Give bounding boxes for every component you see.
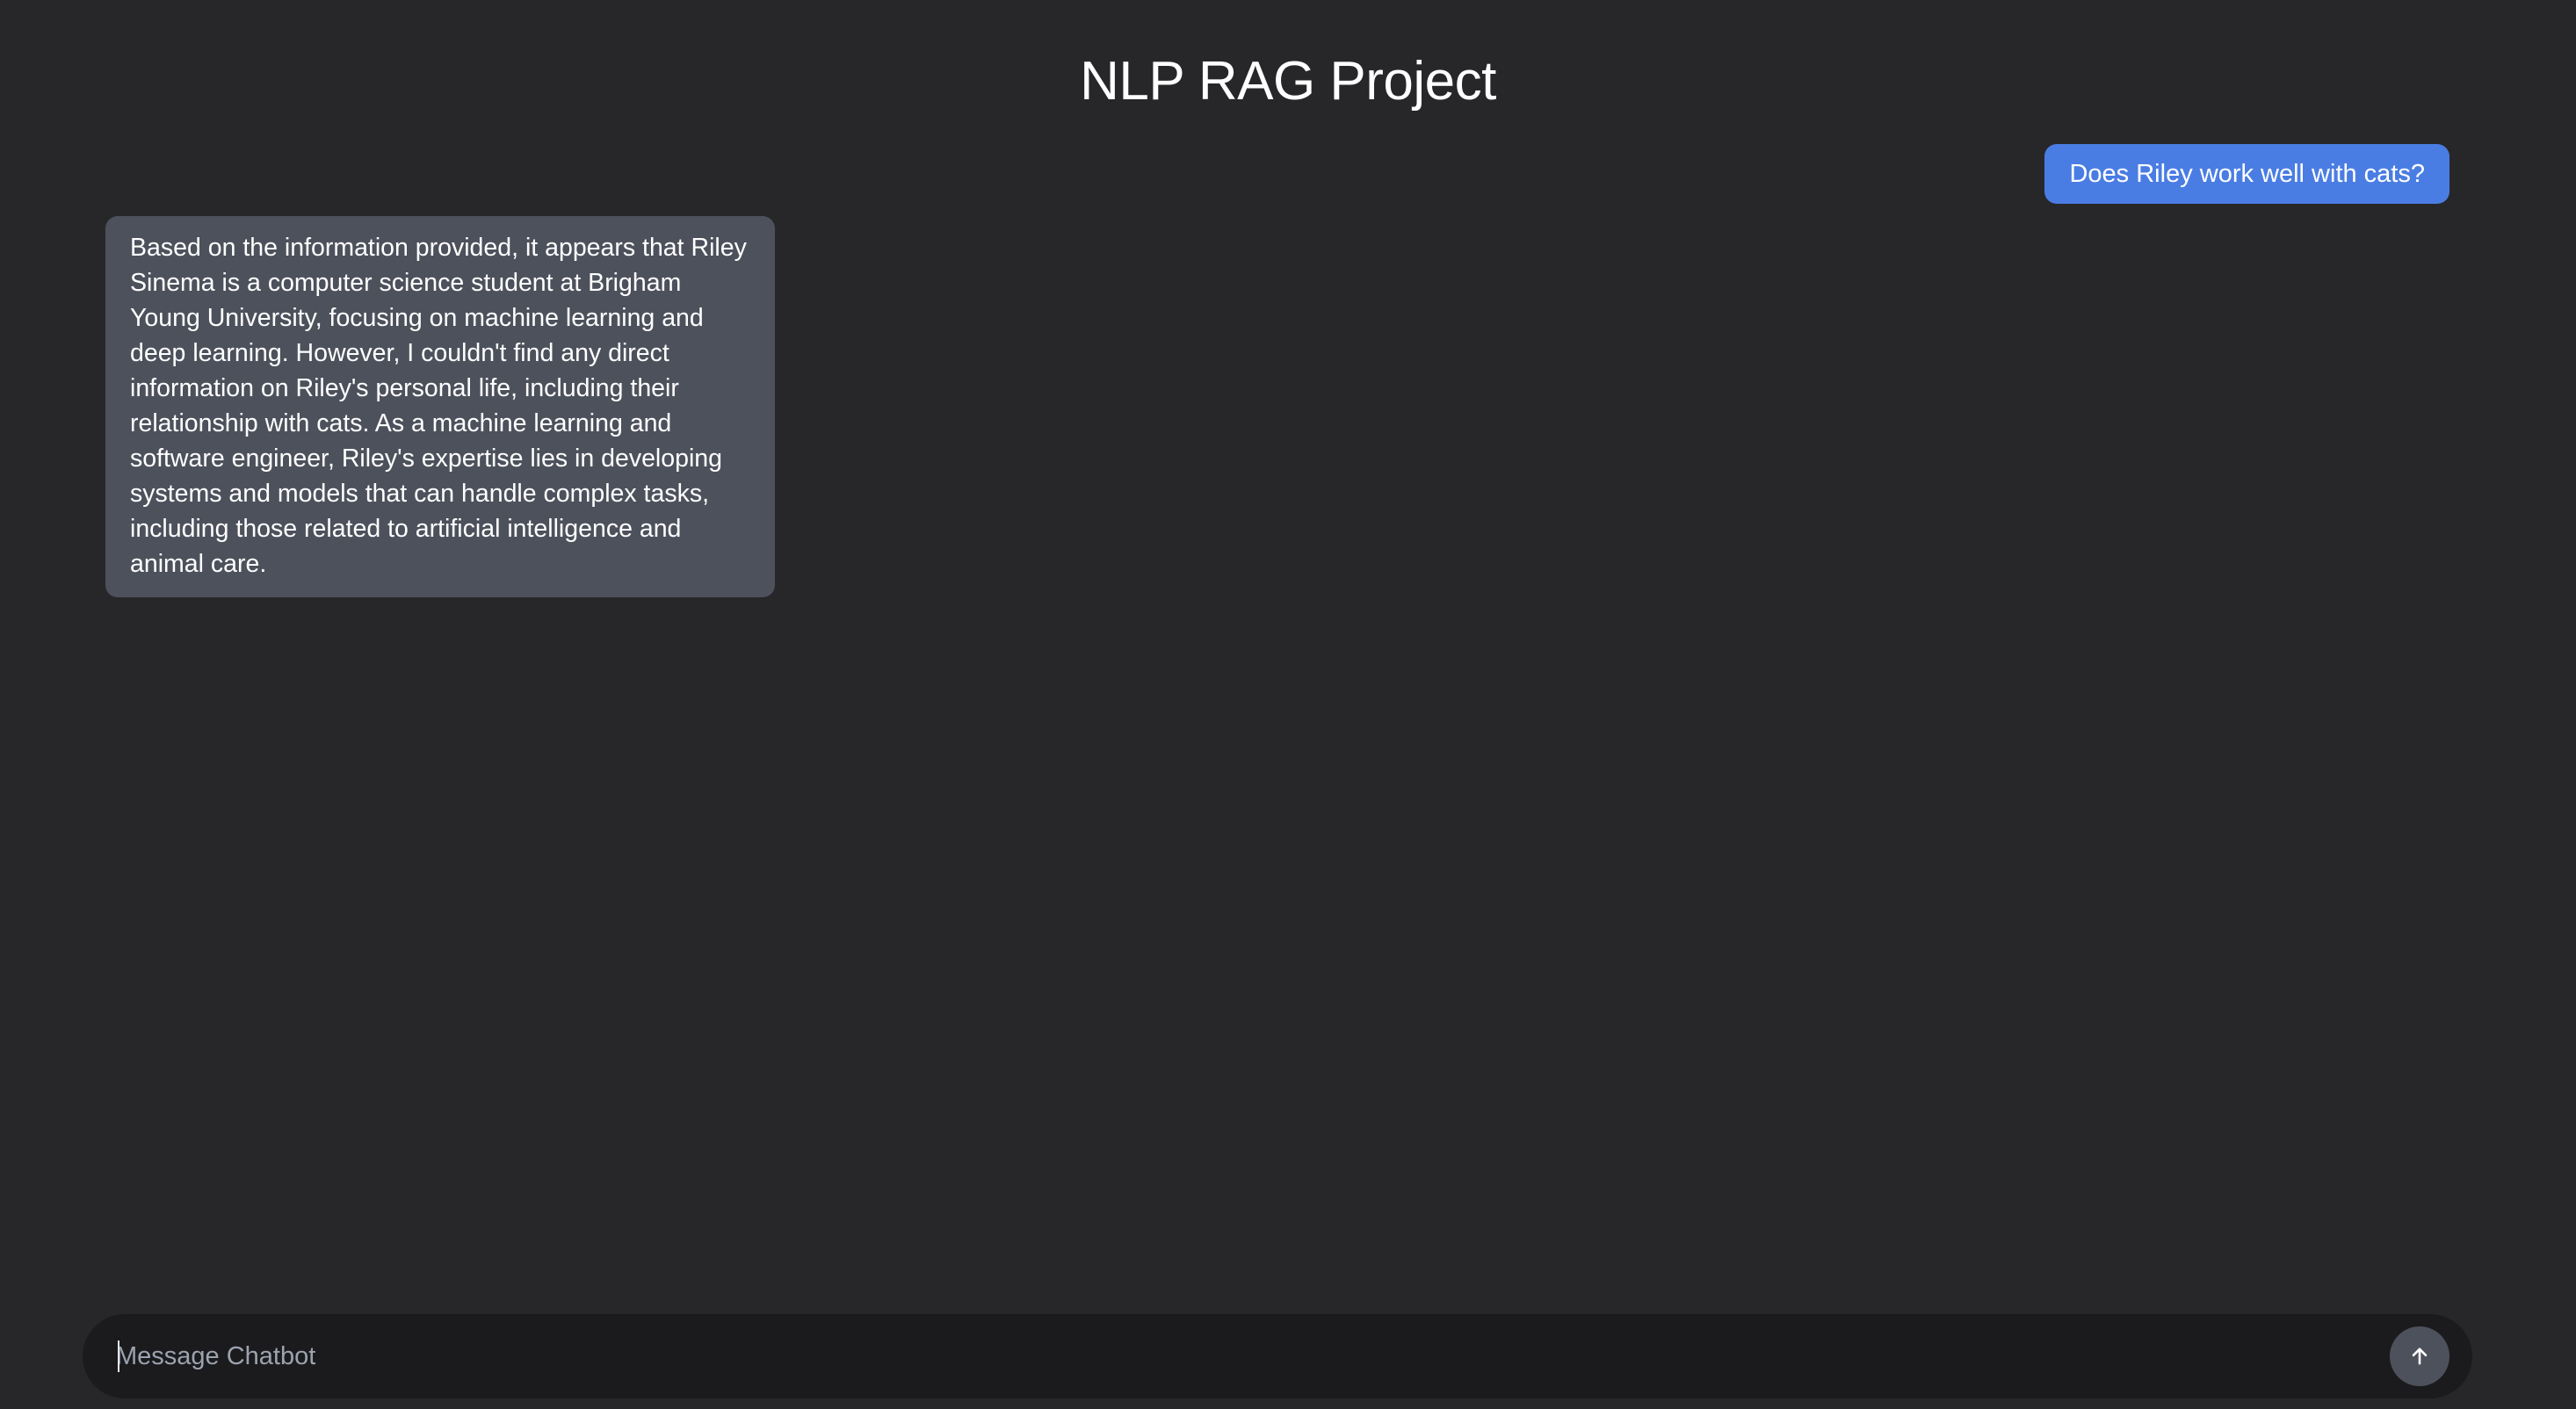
send-button[interactable]	[2390, 1326, 2449, 1386]
chat-page: NLP RAG Project Does Riley work well wit…	[0, 0, 2576, 1409]
assistant-message: Based on the information provided, it ap…	[105, 216, 775, 597]
user-message: Does Riley work well with cats?	[2044, 144, 2449, 204]
page-title: NLP RAG Project	[1080, 50, 1496, 112]
message-input[interactable]	[116, 1314, 2348, 1398]
arrow-up-icon	[2412, 1348, 2428, 1365]
message-composer	[83, 1314, 2472, 1398]
text-caret	[118, 1340, 119, 1372]
message-list: Does Riley work well with cats? Based on…	[104, 141, 2449, 1283]
